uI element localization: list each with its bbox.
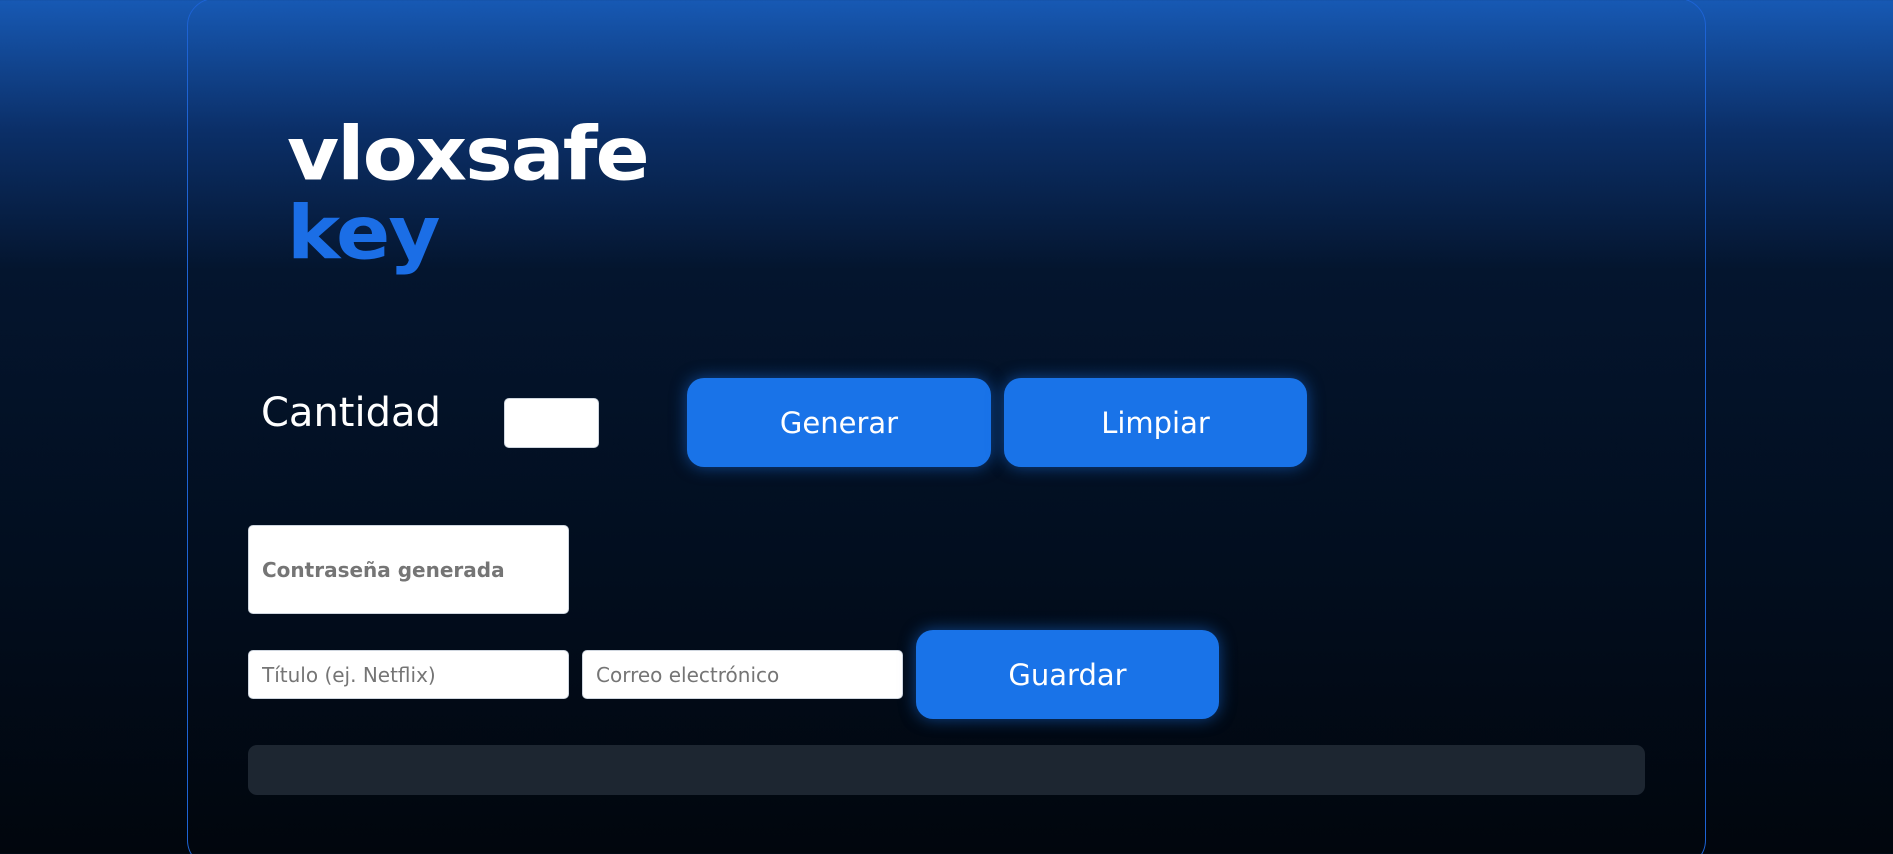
logo-line-1: vloxsafe (287, 111, 650, 198)
save-button[interactable]: Guardar (916, 630, 1219, 719)
quantity-label: Cantidad (261, 390, 441, 436)
clear-button[interactable]: Limpiar (1004, 378, 1307, 467)
email-input[interactable] (582, 650, 903, 699)
output-bar (248, 745, 1645, 795)
title-input[interactable] (248, 650, 569, 699)
generate-button[interactable]: Generar (687, 378, 991, 467)
quantity-input[interactable] (504, 398, 599, 448)
generated-password-field[interactable]: Contraseña generada (248, 525, 569, 614)
logo: vloxsafe key (287, 111, 650, 277)
generated-password-placeholder: Contraseña generada (262, 557, 505, 582)
logo-line-2: key (287, 190, 440, 277)
